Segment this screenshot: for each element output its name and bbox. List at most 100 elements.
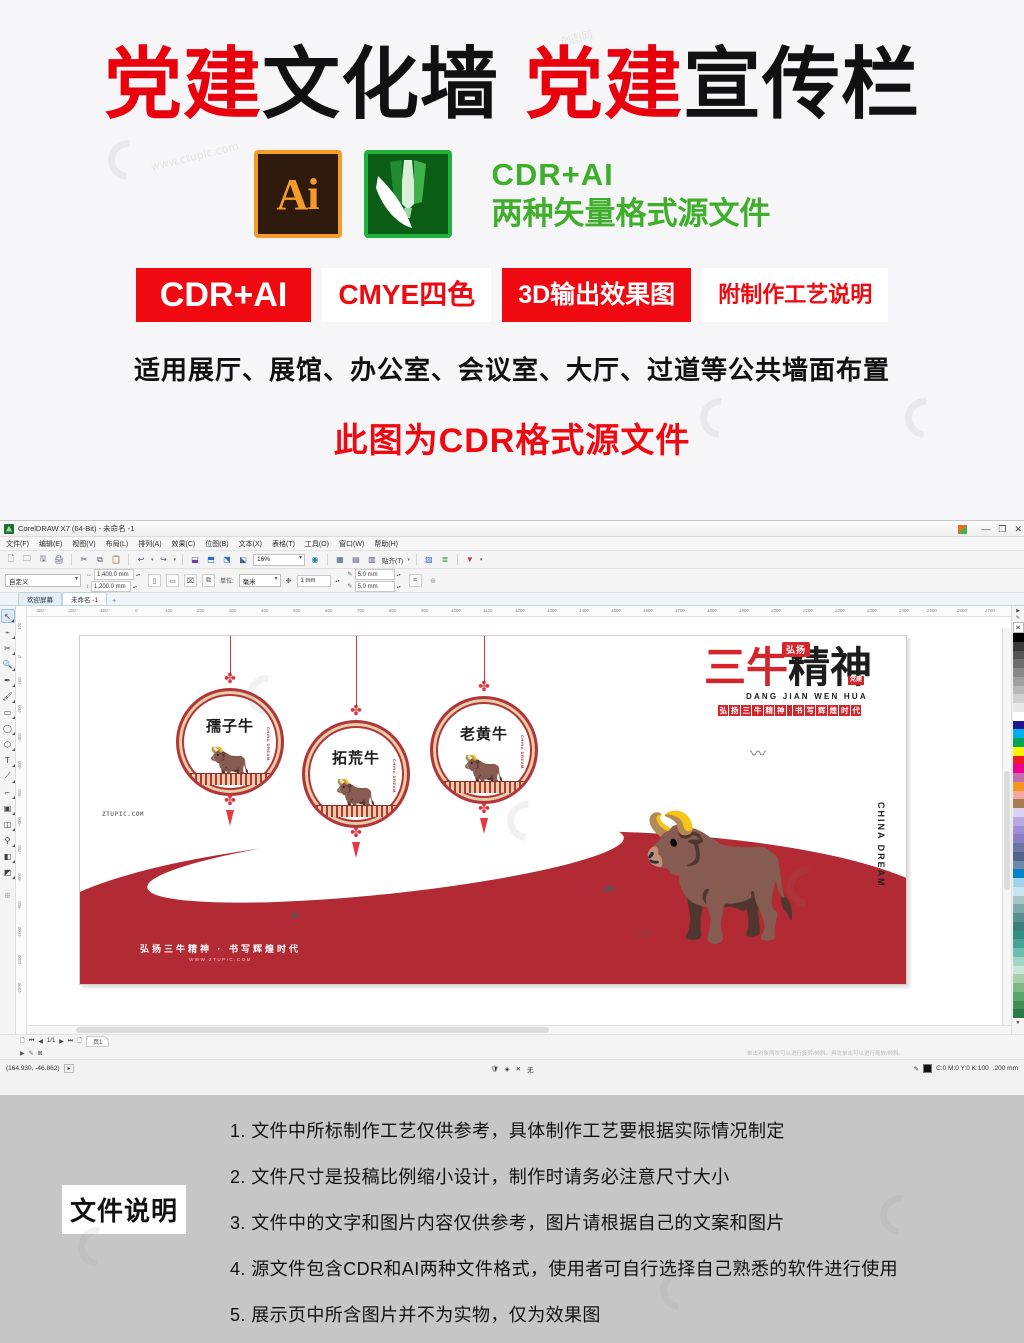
color-swatch[interactable] [1012, 904, 1024, 913]
polygon-tool-icon[interactable]: ⬡ [1, 737, 15, 751]
zoom-level-select[interactable]: 16% [253, 553, 306, 566]
medallion-3[interactable]: 老黄牛 🐂 CHINA DREAM [430, 696, 538, 804]
paste-icon[interactable]: 📋 [110, 554, 122, 566]
color-swatch[interactable] [1012, 921, 1024, 931]
page-size-icon[interactable]: ⌧ [184, 574, 197, 587]
color-swatch[interactable] [1012, 860, 1024, 870]
color-swatch[interactable] [1012, 720, 1024, 730]
color-swatch[interactable] [1012, 703, 1024, 712]
object-manager-icon[interactable]: ≣ [439, 554, 451, 566]
color-swatch[interactable] [1012, 685, 1024, 695]
color-swatch[interactable] [1012, 895, 1024, 905]
color-swatch[interactable] [1012, 948, 1024, 957]
quick-customize-icon[interactable]: ⊕ [1, 888, 15, 902]
palette-pick-icon[interactable]: ▶ [1016, 608, 1020, 614]
horizontal-ruler[interactable]: -300 -200 -100 0 100 200 300 400 500 600… [27, 606, 1011, 617]
drawing-canvas[interactable]: ✤ 孺子牛 🐂 CHINA DREAM ✤ ✤ 拓荒牛 🐂 CHINA DREA… [27, 617, 1011, 1025]
color-swatch[interactable] [1012, 668, 1024, 677]
vertical-ruler[interactable]: 100 0 -100 -200 -300 -400 -500 -600 -700… [16, 606, 27, 1034]
color-swatch[interactable] [1012, 878, 1024, 887]
menu-arrange[interactable]: 排列(A) [138, 539, 161, 549]
save-icon[interactable]: 🖫 [37, 554, 49, 566]
print-icon[interactable]: 🖨 [53, 554, 65, 566]
zoom-tool-icon[interactable]: 🔍 [1, 657, 15, 671]
medallion-1[interactable]: 孺子牛 🐂 CHINA DREAM [176, 688, 284, 796]
ellipse-tool-icon[interactable]: ◯ [1, 721, 15, 735]
menu-tools[interactable]: 工具(O) [305, 539, 329, 549]
page-tab-1[interactable]: 页1 [86, 1035, 110, 1047]
freehand-tool-icon[interactable]: ✒ [1, 673, 15, 687]
color-swatch[interactable] [1012, 983, 1024, 992]
horizontal-scrollbar[interactable] [27, 1025, 1011, 1034]
close-button[interactable]: ✕ [1014, 524, 1022, 534]
menu-table[interactable]: 表格(T) [272, 539, 295, 549]
tab-untitled-1[interactable]: 未命名 -1 [62, 592, 108, 605]
color-swatch[interactable] [1012, 991, 1024, 1001]
menu-text[interactable]: 文本(X) [239, 539, 262, 549]
fullscreen-preview-icon[interactable]: ◉ [309, 554, 321, 566]
nudge-spinner[interactable]: ▴▾ [336, 575, 343, 586]
show-rulers-icon[interactable]: ▥ [366, 554, 378, 566]
text-tool-icon[interactable]: T [1, 753, 15, 767]
copy-icon[interactable]: ⧉ [94, 554, 106, 566]
palette-outline-icon[interactable]: ✎ [1016, 615, 1020, 621]
interactive-fill-icon[interactable]: ◧ [1, 849, 15, 863]
menu-edit[interactable]: 编辑(E) [39, 539, 62, 549]
color-swatch[interactable] [1012, 851, 1024, 861]
color-swatch[interactable] [1012, 825, 1024, 835]
color-swatch[interactable] [1012, 633, 1024, 642]
artistic-media-icon[interactable]: 🖌 [1, 689, 15, 703]
publish-pdf-icon[interactable]: ⬕ [237, 554, 249, 566]
page-height-value[interactable]: 1,200.0 mm [91, 581, 131, 592]
menu-effects[interactable]: 效果(C) [172, 539, 196, 549]
palette-controls[interactable]: ▶ ✎ ▲ [1016, 606, 1021, 628]
color-swatch[interactable] [1012, 869, 1024, 878]
options-icon[interactable]: ▨ [423, 554, 435, 566]
add-tab-button[interactable]: + [107, 598, 121, 605]
import-icon[interactable]: ⬓ [189, 554, 201, 566]
pick-tool-icon[interactable]: ↖ [0, 609, 15, 623]
transparency-tool-icon[interactable]: ◫ [1, 817, 15, 831]
color-eyedropper-icon[interactable]: ⚲ [1, 833, 15, 847]
cut-icon[interactable]: ✂ [78, 554, 90, 566]
application-launcher-icon[interactable]: ▼ [464, 554, 476, 566]
menu-bitmaps[interactable]: 位图(B) [205, 539, 228, 549]
color-swatch[interactable] [1012, 886, 1024, 896]
next-page-button[interactable]: ▶ [59, 1038, 64, 1045]
color-swatch[interactable] [1012, 816, 1024, 826]
color-swatch[interactable] [1012, 694, 1024, 703]
last-page-button[interactable]: ⏭ [68, 1038, 73, 1045]
medallion-2[interactable]: 拓荒牛 🐂 CHINA DREAM [302, 720, 410, 828]
color-proof-icon[interactable]: 🛡 [490, 1065, 498, 1073]
color-swatch[interactable] [1012, 773, 1024, 782]
bleed-value-a[interactable]: 5.0 mm [354, 569, 395, 580]
all-pages-icon[interactable]: ⧉ [202, 574, 215, 587]
color-swatch[interactable] [1012, 738, 1024, 747]
shape-tool-icon[interactable]: ⌁ [1, 625, 15, 639]
design-page[interactable]: ✤ 孺子牛 🐂 CHINA DREAM ✤ ✤ 拓荒牛 🐂 CHINA DREA… [79, 635, 907, 985]
prev-page-button[interactable]: ◀ [38, 1038, 43, 1045]
menu-file[interactable]: 文件(F) [6, 539, 29, 549]
menu-layout[interactable]: 布局(L) [106, 539, 129, 549]
color-swatch[interactable] [1012, 764, 1024, 773]
snap-to-label[interactable]: 贴齐(T) [382, 555, 403, 565]
nudge-distance[interactable]: 1 mm [296, 574, 331, 587]
page-height-spinner[interactable]: ▴▾ [133, 581, 140, 592]
color-swatch[interactable] [1012, 930, 1024, 940]
add-page-icon[interactable]: 🗋 [20, 1036, 25, 1046]
open-folder-icon[interactable]: 🗀 [21, 554, 33, 566]
redo-icon[interactable]: ↪ [158, 554, 170, 566]
no-color-swatch[interactable]: ✕ [1012, 622, 1024, 633]
undo-icon[interactable]: ↩ [135, 554, 147, 566]
export-to-icon[interactable]: ⬔ [221, 554, 233, 566]
status-expand-button[interactable]: ▸ [64, 1064, 74, 1073]
bleed-spinner-a[interactable]: ▴▾ [397, 569, 404, 580]
color-swatch[interactable] [1012, 974, 1024, 983]
export-icon[interactable]: ⬒ [205, 554, 217, 566]
color-swatch[interactable] [1012, 790, 1024, 800]
menu-view[interactable]: 视图(V) [72, 539, 95, 549]
color-swatch[interactable] [1012, 913, 1024, 922]
color-swatch[interactable] [1012, 641, 1024, 651]
color-swatch[interactable] [1012, 939, 1024, 948]
page-width-value[interactable]: 1,400.0 mm [94, 569, 134, 580]
